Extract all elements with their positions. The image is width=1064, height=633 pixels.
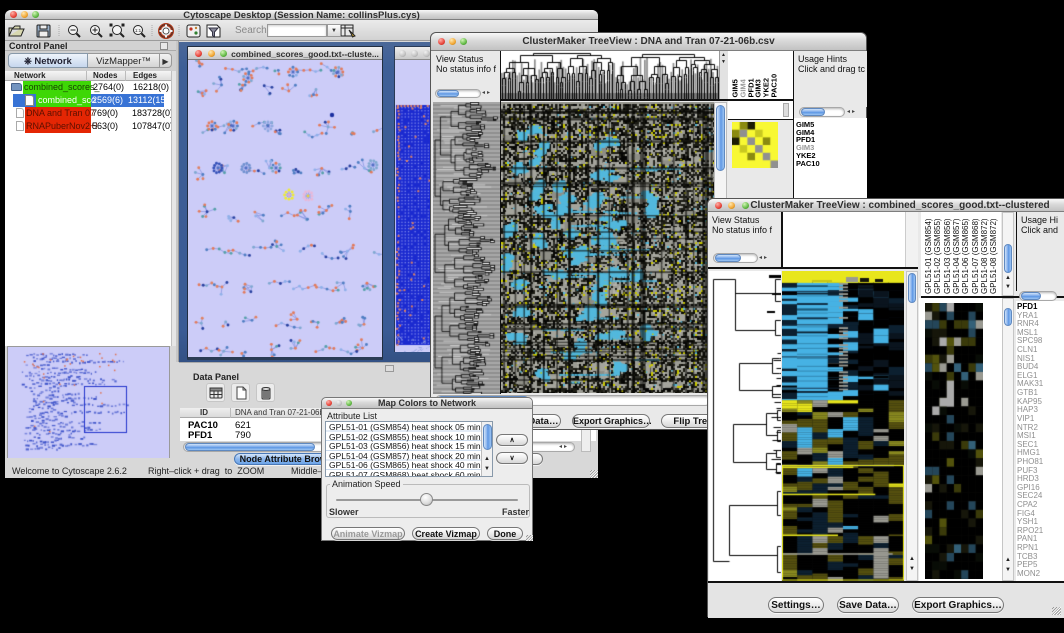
svg-text:1:1: 1:1 [135,28,142,33]
